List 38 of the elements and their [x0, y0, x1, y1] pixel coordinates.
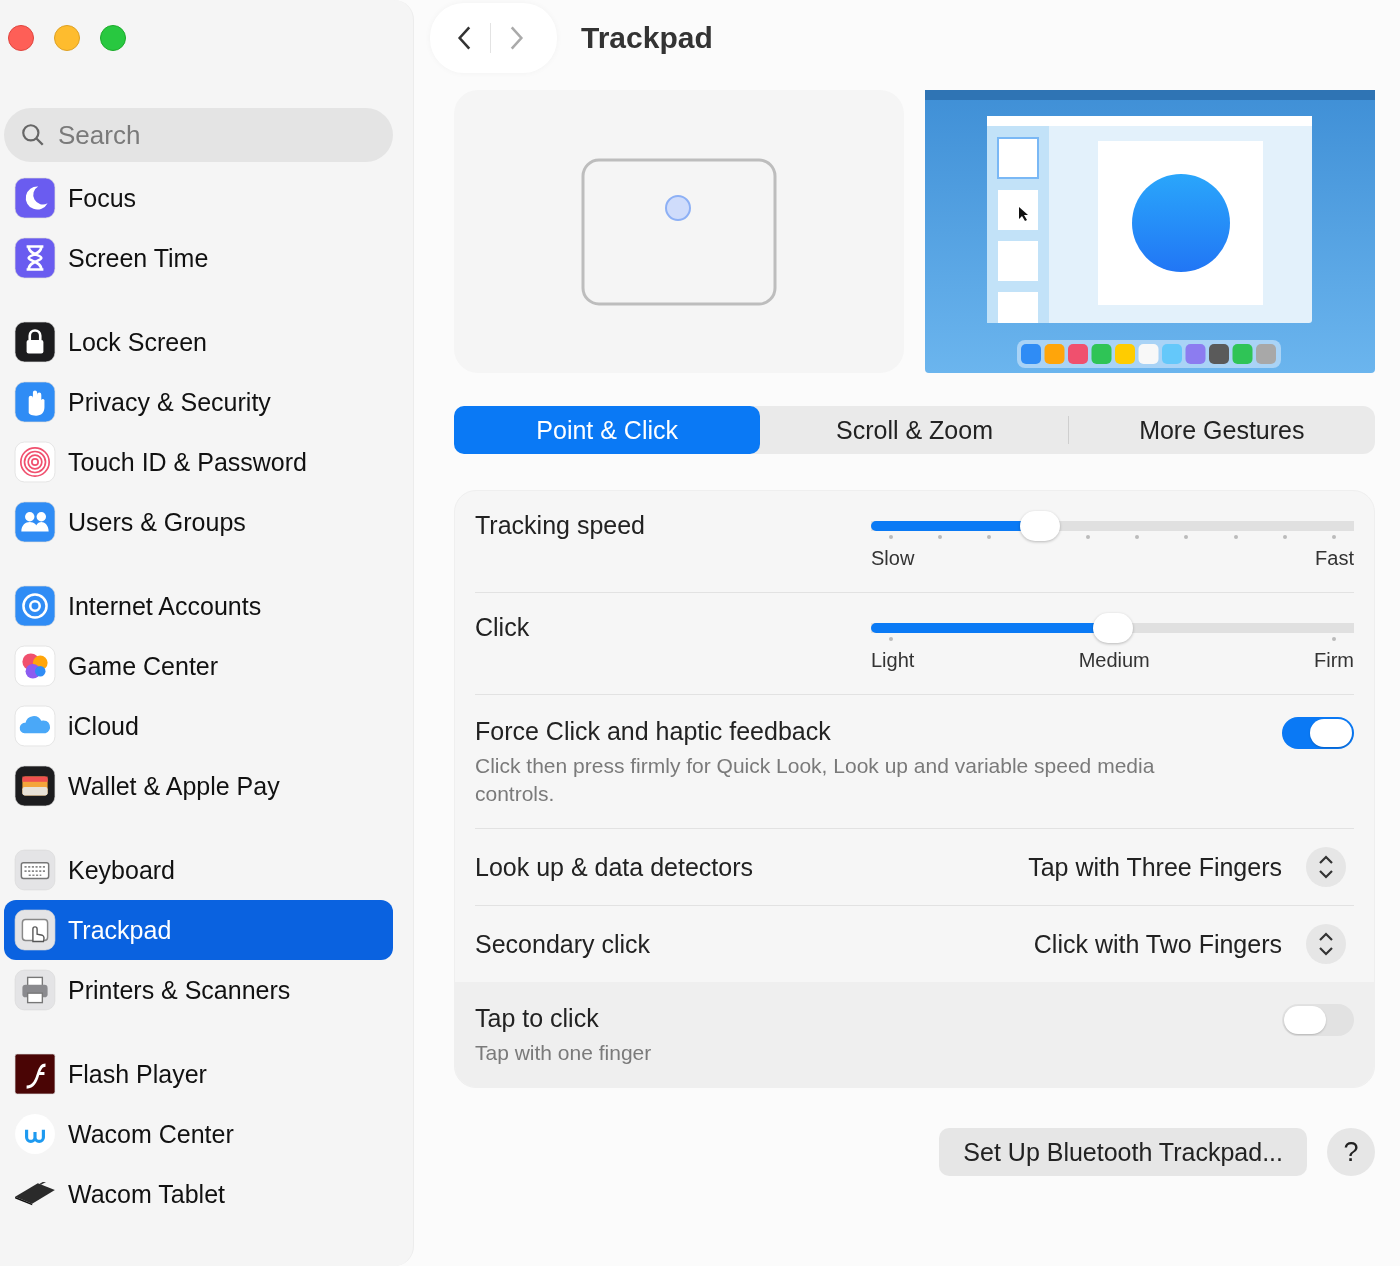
setting-description: Tap with one finger	[475, 1040, 653, 1066]
slider-mark-label: Fast	[1315, 547, 1354, 570]
sidebar-item[interactable]: Users & Groups	[4, 492, 393, 552]
sidebar-item[interactable]: Game Center	[4, 636, 393, 696]
sidebar-item[interactable]: Wallet & Apple Pay	[4, 756, 393, 816]
popup-value[interactable]: Click with Two Fingers	[1033, 929, 1282, 959]
sidebar-item[interactable]: Screen Time	[4, 228, 393, 288]
sidebar-item[interactable]: Focus	[4, 168, 393, 228]
sidebar-item[interactable]: Keyboard	[4, 840, 393, 900]
setting-description: Click then press firmly for Quick Look, Look up and variable speed media controls.	[475, 753, 1156, 807]
sidebar-item[interactable]: Trackpad	[4, 900, 393, 960]
setting-label: Force Click and haptic feedback	[475, 717, 832, 746]
window-title: Trackpad	[581, 21, 713, 55]
sidebar-item[interactable]: Flash Player	[4, 1044, 393, 1104]
sidebar-item[interactable]: iCloud	[4, 696, 393, 756]
slider-mark-label: Medium	[1078, 649, 1150, 672]
popup-value[interactable]: Tap with Three Fingers	[1028, 852, 1282, 882]
tab[interactable]: Point & Click	[454, 406, 761, 454]
sidebar-item[interactable]: Internet Accounts	[4, 576, 393, 636]
sidebar-item[interactable]: Wacom Tablet	[4, 1164, 393, 1224]
setting-label: Look up & data detectors	[475, 852, 753, 882]
sidebar-item[interactable]: Privacy & Security	[4, 372, 393, 432]
help-button[interactable]: ?	[1327, 1128, 1375, 1176]
slider-mark-label: Light	[871, 649, 915, 672]
search-field[interactable]: Search	[4, 108, 393, 162]
tab[interactable]: More Gestures	[1068, 406, 1375, 454]
setup-trackpad-button[interactable]: Set Up Bluetooth Trackpad...	[939, 1128, 1307, 1176]
setting-label: Click	[475, 613, 530, 643]
setting-label: Tracking speed	[475, 511, 645, 541]
slider-mark-label: Slow	[871, 547, 915, 570]
sidebar-item[interactable]: Lock Screen	[4, 312, 393, 372]
setting-label: Tap to click	[475, 1004, 600, 1033]
sidebar-item[interactable]: Printers & Scanners	[4, 960, 393, 1020]
sidebar-item[interactable]: Wacom Center	[4, 1104, 393, 1164]
tab[interactable]: Scroll & Zoom	[761, 406, 1068, 454]
setting-label: Secondary click	[475, 929, 651, 959]
sidebar-item[interactable]: Touch ID & Password	[4, 432, 393, 492]
slider-mark-label: Firm	[1314, 649, 1354, 672]
